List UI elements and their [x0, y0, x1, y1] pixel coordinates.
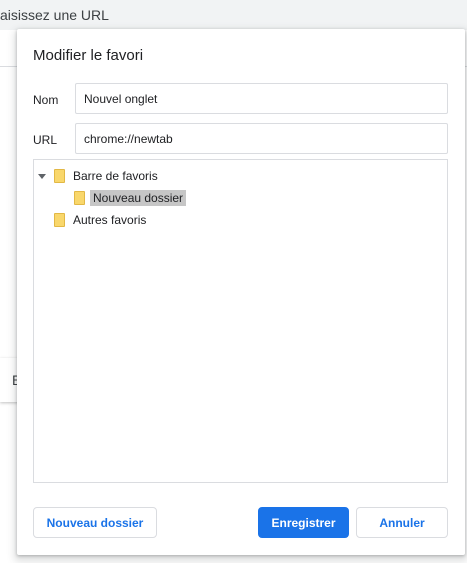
name-input[interactable] [75, 83, 448, 114]
name-label: Nom [33, 93, 59, 107]
cancel-button[interactable]: Annuler [356, 507, 448, 538]
url-input[interactable] [75, 123, 448, 154]
url-label: URL [33, 133, 58, 147]
edit-bookmark-dialog: Modifier le favori Nom URL Barre de favo… [17, 29, 465, 555]
dialog-title: Modifier le favori [33, 47, 144, 64]
tree-item-bookmarks-bar[interactable]: Barre de favoris [38, 166, 161, 186]
folder-icon [54, 169, 65, 183]
triangle-down-icon[interactable] [38, 173, 46, 179]
folder-icon [74, 191, 85, 205]
save-button[interactable]: Enregistrer [258, 507, 349, 538]
tree-item-label: Barre de favoris [73, 169, 158, 183]
omnibox-placeholder: aisissez une URL [0, 7, 109, 23]
folder-tree[interactable]: Barre de favoris Nouveau dossier Autres … [33, 159, 448, 483]
tree-item-label: Nouveau dossier [90, 190, 187, 206]
folder-icon [54, 213, 65, 227]
new-folder-button[interactable]: Nouveau dossier [33, 507, 157, 538]
tree-item-label: Autres favoris [73, 213, 147, 227]
tree-item-new-folder[interactable]: Nouveau dossier [74, 188, 187, 208]
omnibox[interactable]: aisissez une URL [0, 0, 467, 31]
tree-item-other-bookmarks[interactable]: Autres favoris [54, 210, 149, 230]
